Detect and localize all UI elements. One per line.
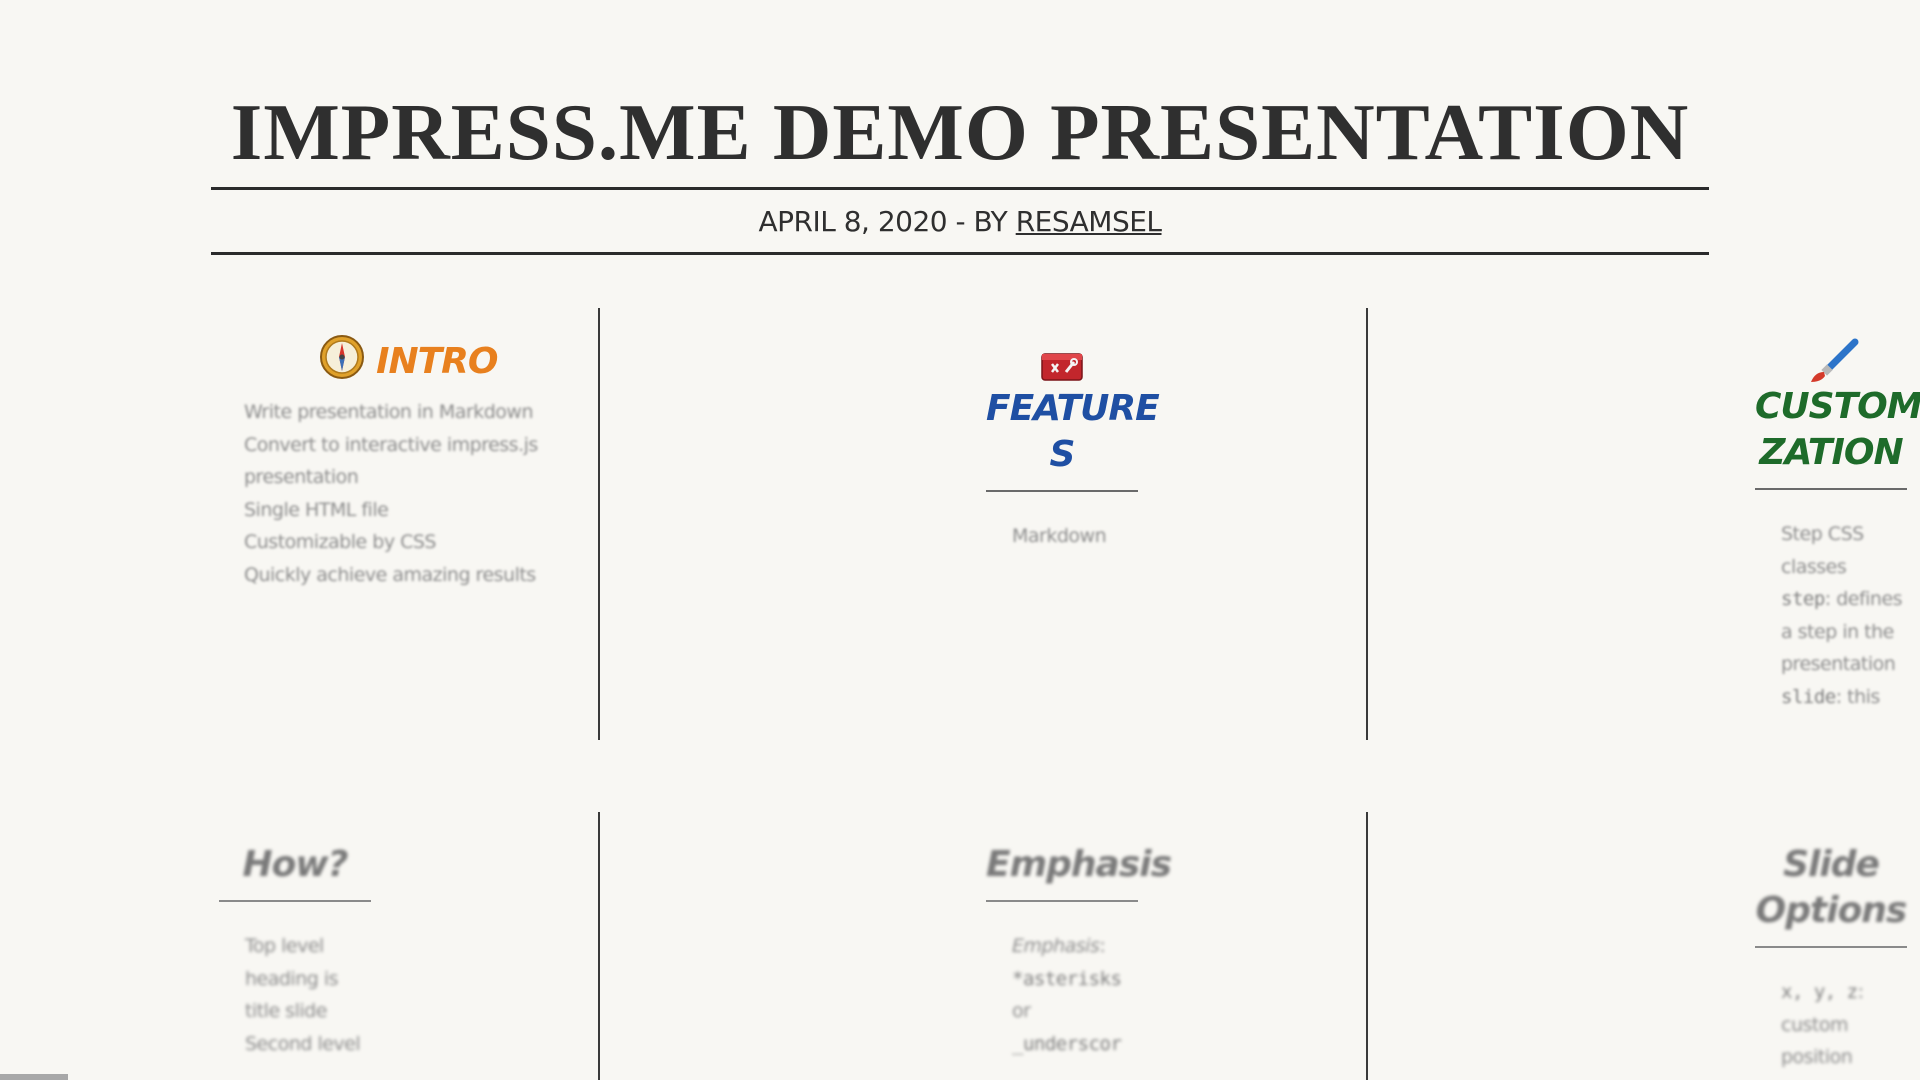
code-slide: slide <box>1781 685 1836 708</box>
list-item: title slide <box>245 1000 327 1022</box>
list-item: position <box>1781 1046 1853 1068</box>
step-how-title: How? <box>242 844 348 885</box>
step-slide-options-body: x, y, z: custom position <box>1755 976 1907 1074</box>
step-customization-title-line2: ZATION <box>1759 432 1903 473</box>
paintbrush-icon <box>1755 338 1907 384</box>
emphasis-label: Emphasis <box>1012 935 1100 957</box>
step-intro-title: INTRO <box>236 334 566 392</box>
step-emphasis-body: Emphasis: *asterisks or _underscor <box>986 930 1138 1060</box>
step-features-title: FEATURE S <box>986 386 1160 478</box>
step-customization-body: Step CSS classes step: defines a step in… <box>1755 518 1907 713</box>
step-intro-body: Write presentation in Markdown Convert t… <box>236 396 566 591</box>
list-item: slide: this <box>1781 681 1907 714</box>
list-item: presentation <box>1781 653 1896 675</box>
list-item-text: : <box>1857 981 1864 1003</box>
step-slide-options-rule <box>1755 946 1907 948</box>
list-item: custom <box>1781 1013 1848 1036</box>
step-customization[interactable]: CUSTOMI ZATION Step CSS classes step: de… <box>1755 338 1920 713</box>
title-rule-top <box>211 187 1709 190</box>
list-item-text: : <box>1099 935 1106 957</box>
step-features[interactable]: FEATURE S Markdown <box>986 348 1160 553</box>
list-item: heading is <box>245 967 339 990</box>
list-item: Second level <box>245 1032 361 1055</box>
list-item: Customizable by CSS <box>244 531 437 553</box>
author-link[interactable]: RESAMSEL <box>1016 205 1162 238</box>
step-features-rule <box>986 490 1138 492</box>
code-underscore: _underscor <box>1012 1032 1122 1055</box>
step-slide-options-title-line2: Options <box>1755 890 1908 931</box>
toolbox-icon <box>986 348 1138 386</box>
page-title: IMPRESS.ME DEMO PRESENTATION <box>230 87 1690 177</box>
list-item-text: : defines <box>1824 588 1903 610</box>
list-item: Convert to interactive impress.js <box>244 433 538 456</box>
column-divider <box>1366 308 1368 740</box>
step-how[interactable]: How? Top level heading is title slide Se… <box>219 842 371 1060</box>
step-features-title-line2: S <box>1049 434 1076 475</box>
list-item: Top level <box>245 935 324 957</box>
code-asterisks: *asterisks <box>1012 967 1122 990</box>
list-item: step: defines <box>1781 583 1907 616</box>
step-intro-label: INTRO <box>376 341 498 382</box>
step-features-title-line1: FEATURE <box>986 388 1160 429</box>
list-item: Write presentation in Markdown <box>244 401 533 423</box>
list-item: x, y, z: <box>1781 976 1907 1009</box>
list-item: classes <box>1781 555 1847 578</box>
code-xyz: x, y, z <box>1781 981 1858 1003</box>
list-item: Single HTML file <box>244 498 389 521</box>
step-emphasis-title: Emphasis <box>986 844 1172 885</box>
step-features-body: Markdown <box>986 520 1138 553</box>
step-how-body: Top level heading is title slide Second … <box>219 930 371 1060</box>
step-intro[interactable]: INTRO Write presentation in Markdown Con… <box>236 334 566 591</box>
presentation-page: IMPRESS.ME DEMO PRESENTATION APRIL 8, 20… <box>0 0 1920 1080</box>
title-rule-bottom <box>211 252 1709 255</box>
compass-icon <box>319 334 365 392</box>
code-step: step <box>1781 588 1825 610</box>
byline-date: APRIL 8, 2020 - BY <box>758 205 1008 238</box>
list-item: or <box>1012 1000 1031 1022</box>
column-divider <box>1366 812 1368 1080</box>
step-slide-options-title-line1: Slide <box>1783 844 1880 885</box>
list-item: Step CSS <box>1781 523 1864 545</box>
list-item-text: : this <box>1835 685 1881 708</box>
list-item: a step in the <box>1781 620 1894 643</box>
step-emphasis[interactable]: Emphasis Emphasis: *asterisks or _unders… <box>986 842 1172 1060</box>
step-how-rule <box>219 900 371 902</box>
step-slide-options[interactable]: Slide Options x, y, z: custom position <box>1755 842 1907 1074</box>
list-item: Quickly achieve amazing results <box>244 563 536 586</box>
byline: APRIL 8, 2020 - BY RESAMSEL <box>0 204 1920 240</box>
list-item: Emphasis: <box>1012 930 1138 963</box>
horizontal-scrollbar-thumb[interactable] <box>0 1074 68 1080</box>
column-divider <box>598 308 600 740</box>
step-slide-options-title: Slide Options <box>1755 842 1908 934</box>
list-item: Markdown <box>1012 525 1107 547</box>
step-customization-title: CUSTOMI ZATION <box>1755 384 1920 476</box>
column-divider <box>598 812 600 1080</box>
list-item: presentation <box>244 466 359 488</box>
step-customization-title-line1: CUSTOMI <box>1755 386 1920 427</box>
step-emphasis-rule <box>986 900 1138 902</box>
step-customization-rule <box>1755 488 1907 490</box>
